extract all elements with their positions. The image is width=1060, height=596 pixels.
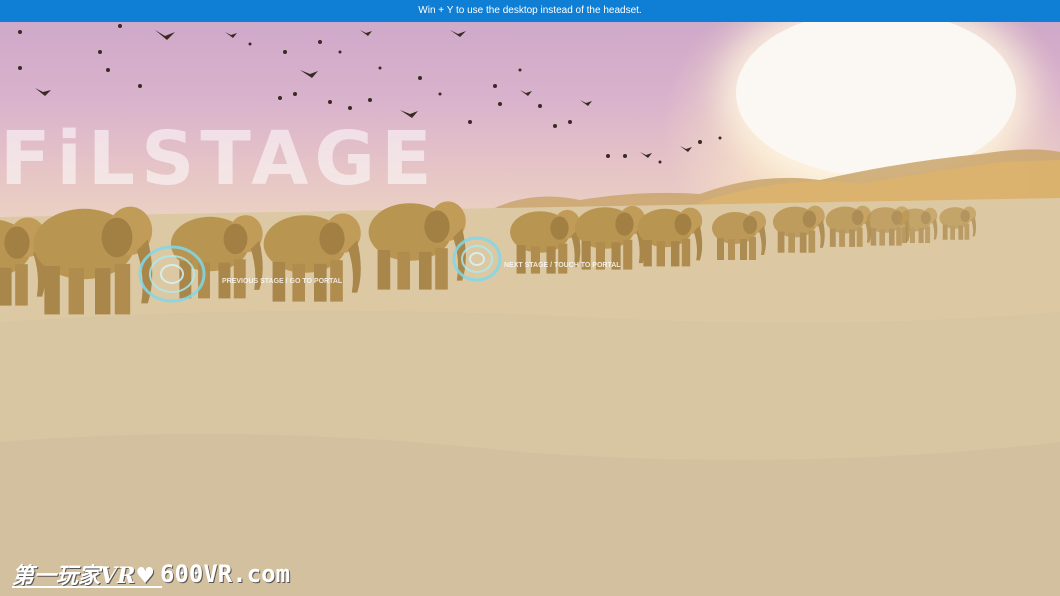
- elephant-herd: [0, 201, 977, 315]
- previous-stage-label: PREVIOUS STAGE / GO TO PORTAL: [222, 278, 343, 285]
- site-watermark: 第一玩家VR♥ 600VR.com: [8, 556, 308, 592]
- vr-scene-viewport[interactable]: FiLSTAGE PREVIOUS STAGE / GO TO PORTAL N…: [0, 22, 1060, 596]
- previous-stage-portal[interactable]: [136, 244, 210, 306]
- next-stage-label: NEXT STAGE / TOUCH TO PORTAL: [504, 262, 621, 269]
- desktop-hint-banner: Win + Y to use the desktop instead of th…: [0, 0, 1060, 22]
- watermark-site-text: 600VR.com: [160, 560, 291, 588]
- portal-ring-icon: [138, 245, 206, 303]
- portal-ring-icon: [452, 236, 502, 282]
- watermark-underline: [12, 586, 162, 588]
- next-stage-portal[interactable]: [450, 234, 504, 284]
